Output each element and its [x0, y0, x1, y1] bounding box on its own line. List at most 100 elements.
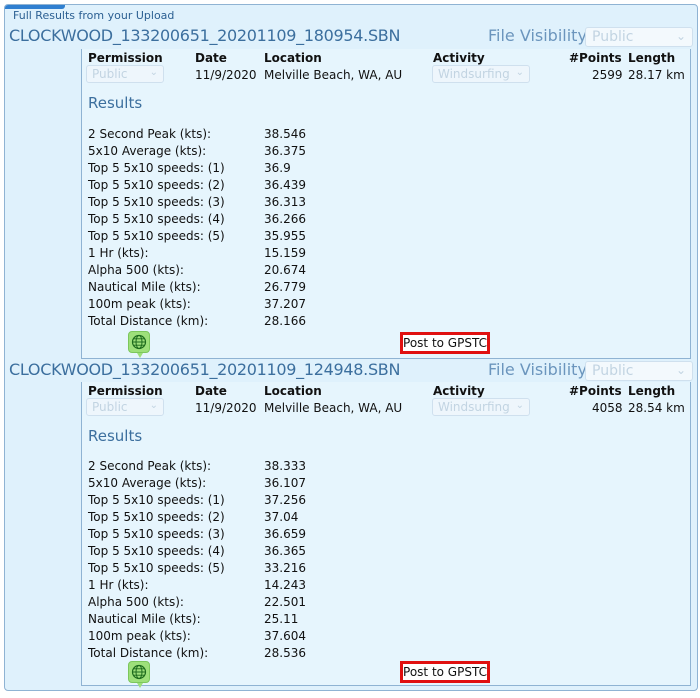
stat-label: Top 5 5x10 speeds: (2): [88, 178, 225, 192]
stat-label: 5x10 Average (kts):: [88, 144, 207, 158]
stat-label: Nautical Mile (kts):: [88, 280, 201, 294]
col-location: Location: [264, 51, 322, 65]
stat-value: 36.266: [264, 212, 306, 226]
stat-value: 14.243: [264, 578, 306, 592]
file-visibility-select[interactable]: Public ⌄: [585, 361, 693, 381]
results-heading: Results: [88, 94, 143, 112]
file-visibility-value: Public: [592, 363, 634, 379]
stat-label: Alpha 500 (kts):: [88, 595, 184, 609]
stat-label: 100m peak (kts):: [88, 297, 191, 311]
stat-value: 28.536: [264, 646, 306, 660]
activity-value: Windsurfing: [438, 400, 510, 414]
stat-value: 33.216: [264, 561, 306, 575]
stat-label: Alpha 500 (kts):: [88, 263, 184, 277]
upload-card: Permission Date Location Activity #Point…: [81, 49, 691, 359]
file-visibility-value: Public: [592, 29, 634, 45]
col-points: #Points: [569, 51, 622, 65]
stat-value: 15.159: [264, 246, 306, 260]
chevron-down-icon: ⌄: [149, 400, 158, 411]
stat-label: Top 5 5x10 speeds: (2): [88, 510, 225, 524]
stat-label: Top 5 5x10 speeds: (3): [88, 527, 225, 541]
stat-value: 36.365: [264, 544, 306, 558]
activity-value: Windsurfing: [438, 67, 510, 81]
stat-label: Top 5 5x10 speeds: (5): [88, 561, 225, 575]
col-permission: Permission: [88, 51, 163, 65]
length-value: 28.17 km: [628, 68, 685, 82]
stat-label: Top 5 5x10 speeds: (3): [88, 195, 225, 209]
results-heading: Results: [88, 427, 143, 445]
col-location: Location: [264, 384, 322, 398]
stat-value: 36.9: [264, 161, 291, 175]
file-visibility-label: File Visibility:: [488, 26, 592, 45]
stat-label: 5x10 Average (kts):: [88, 476, 207, 490]
stat-value: 37.604: [264, 629, 306, 643]
col-activity: Activity: [433, 51, 485, 65]
stat-value: 38.546: [264, 127, 306, 141]
col-points: #Points: [569, 384, 622, 398]
chevron-down-icon: ⌄: [515, 400, 524, 411]
stat-value: 22.501: [264, 595, 306, 609]
location-value: Melville Beach, WA, AU: [264, 401, 403, 415]
points-value: 2599: [592, 68, 623, 82]
stat-value: 28.166: [264, 314, 306, 328]
stat-label: Top 5 5x10 speeds: (4): [88, 212, 225, 226]
stat-value: 25.11: [264, 612, 299, 626]
stat-value: 36.313: [264, 195, 306, 209]
file-visibility-label: File Visibility:: [488, 360, 592, 379]
globe-icon: [131, 334, 147, 350]
permission-select[interactable]: Public ⌄: [86, 65, 164, 83]
stat-label: 1 Hr (kts):: [88, 246, 149, 260]
permission-select[interactable]: Public ⌄: [86, 398, 164, 416]
panel-header: Full Results from your Upload: [13, 9, 175, 22]
date-value: 11/9/2020: [195, 68, 257, 82]
stat-label: Top 5 5x10 speeds: (1): [88, 493, 225, 507]
globe-icon: [131, 664, 147, 680]
stat-label: 2 Second Peak (kts):: [88, 459, 212, 473]
col-date: Date: [195, 384, 227, 398]
stat-label: Nautical Mile (kts):: [88, 612, 201, 626]
stat-value: 36.375: [264, 144, 306, 158]
file-title: CLOCKWOOD_133200651_20201109_124948.SBN: [9, 360, 401, 379]
post-to-gpstc-button[interactable]: Post to GPSTC: [400, 661, 490, 683]
stat-label: Top 5 5x10 speeds: (1): [88, 161, 225, 175]
chevron-down-icon: ⌄: [515, 67, 524, 78]
stat-label: 1 Hr (kts):: [88, 578, 149, 592]
col-permission: Permission: [88, 384, 163, 398]
chevron-down-icon: ⌄: [675, 363, 686, 377]
chevron-down-icon: ⌄: [675, 29, 686, 43]
col-length: Length: [628, 51, 676, 65]
file-title: CLOCKWOOD_133200651_20201109_180954.SBN: [9, 26, 401, 45]
stat-label: Top 5 5x10 speeds: (4): [88, 544, 225, 558]
col-date: Date: [195, 51, 227, 65]
file-visibility-select[interactable]: Public ⌄: [585, 27, 693, 47]
stat-label: 100m peak (kts):: [88, 629, 191, 643]
col-activity: Activity: [433, 384, 485, 398]
stat-label: 2 Second Peak (kts):: [88, 127, 212, 141]
stat-label: Top 5 5x10 speeds: (5): [88, 229, 225, 243]
length-value: 28.54 km: [628, 401, 685, 415]
activity-select[interactable]: Windsurfing ⌄: [432, 398, 530, 416]
stat-value: 37.04: [264, 510, 299, 524]
map-button[interactable]: [128, 331, 150, 358]
stat-label: Total Distance (km):: [88, 314, 209, 328]
permission-value: Public: [92, 400, 128, 414]
col-length: Length: [628, 384, 676, 398]
stat-value: 38.333: [264, 459, 306, 473]
stat-value: 26.779: [264, 280, 306, 294]
post-to-gpstc-button[interactable]: Post to GPSTC: [400, 332, 490, 354]
upload-results-panel: Full Results from your Upload CLOCKWOOD_…: [4, 4, 698, 691]
stat-value: 37.207: [264, 297, 306, 311]
stat-label: Total Distance (km):: [88, 646, 209, 660]
stat-value: 36.659: [264, 527, 306, 541]
chevron-down-icon: ⌄: [149, 67, 158, 78]
date-value: 11/9/2020: [195, 401, 257, 415]
stat-value: 36.107: [264, 476, 306, 490]
permission-value: Public: [92, 67, 128, 81]
points-value: 4058: [592, 401, 623, 415]
map-button[interactable]: [128, 661, 150, 688]
stat-value: 20.674: [264, 263, 306, 277]
activity-select[interactable]: Windsurfing ⌄: [432, 65, 530, 83]
upload-card: Permission Date Location Activity #Point…: [81, 382, 691, 688]
stat-value: 36.439: [264, 178, 306, 192]
stat-value: 35.955: [264, 229, 306, 243]
